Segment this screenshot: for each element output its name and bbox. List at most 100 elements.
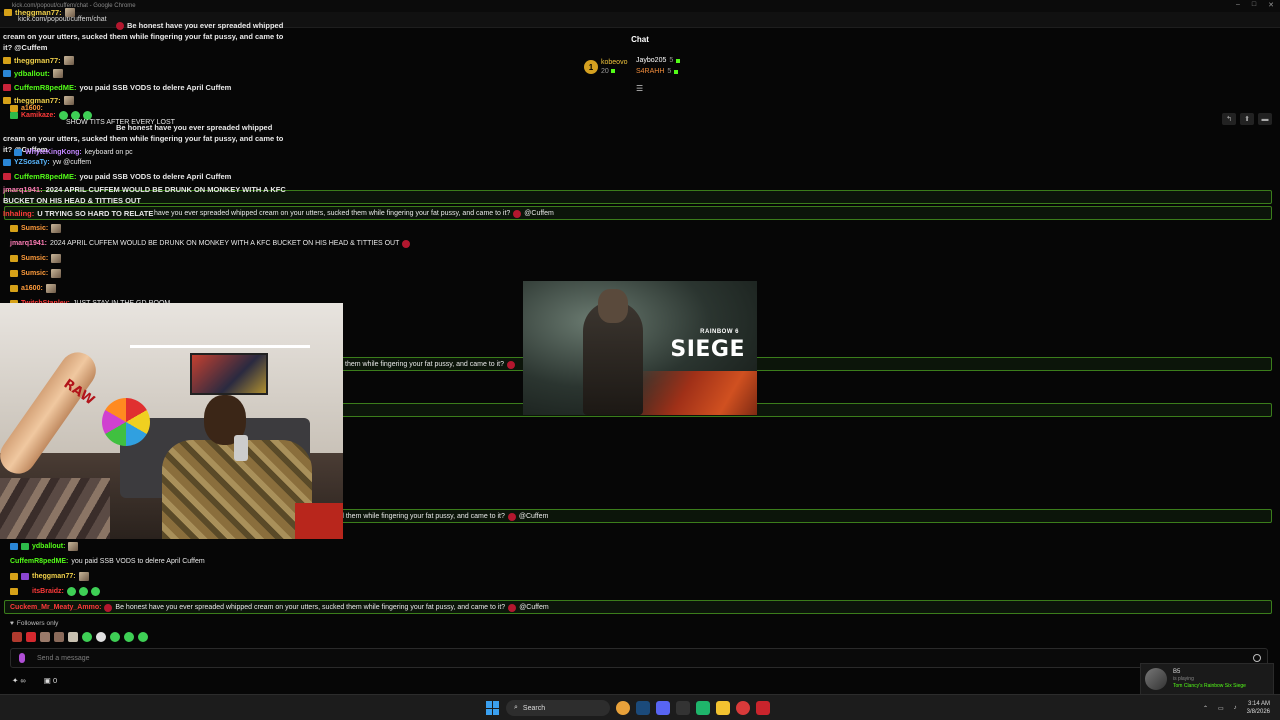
- clock-date: 3/8/2026: [1246, 709, 1270, 715]
- emote-icon: [508, 603, 517, 612]
- heart-icon: ♥: [10, 620, 14, 627]
- emote-icon: [507, 360, 516, 369]
- gifter-name: Jaybo205: [636, 57, 667, 64]
- username[interactable]: Sumsic:: [21, 254, 48, 263]
- username[interactable]: itsBraidz:: [32, 587, 64, 596]
- gifter-2[interactable]: Jaybo205 5: [636, 57, 681, 64]
- username[interactable]: theggman77:: [15, 8, 62, 17]
- toast-name: B5: [1173, 669, 1181, 675]
- pin-icon[interactable]: ⬆: [1240, 113, 1254, 125]
- emote-icon[interactable]: [110, 632, 120, 642]
- badge-icon: [3, 159, 11, 166]
- emote-icon: [52, 69, 63, 78]
- minimize-button[interactable]: –: [1236, 1, 1240, 9]
- drops-value: 0: [52, 676, 58, 685]
- emote-icon[interactable]: [82, 632, 92, 642]
- emote-icon[interactable]: [138, 632, 148, 642]
- mic-icon[interactable]: [19, 653, 25, 663]
- message-actions: ↰ ⬆ ▬: [1222, 113, 1272, 125]
- taskbar-search[interactable]: ⌕ Search: [506, 700, 610, 716]
- username[interactable]: ydballout:: [14, 69, 50, 78]
- emote-icon: [63, 96, 74, 105]
- network-icon[interactable]: ▭: [1218, 705, 1224, 712]
- app-icon[interactable]: [696, 701, 710, 715]
- chat-message: Sumsic:: [10, 269, 62, 278]
- username[interactable]: CuffemR8pedME:: [14, 83, 77, 92]
- username[interactable]: Sumsic:: [21, 269, 48, 278]
- emote-icon: [64, 8, 75, 17]
- discord-icon[interactable]: [656, 701, 670, 715]
- browser-icon[interactable]: [736, 701, 750, 715]
- emote-icon: [513, 209, 522, 218]
- emote-icon[interactable]: [96, 632, 106, 642]
- emote-icon[interactable]: [68, 632, 78, 642]
- emoji-icon[interactable]: [1253, 654, 1261, 662]
- gifter-3[interactable]: S4RAHH 5: [636, 68, 679, 75]
- badge-icon: [3, 57, 11, 64]
- username[interactable]: WhyteKingKong:: [25, 148, 82, 157]
- volume-icon[interactable]: ♪: [1234, 705, 1237, 711]
- chat-message: Sumsic:: [10, 224, 62, 233]
- username[interactable]: theggman77:: [14, 56, 61, 65]
- clock[interactable]: 3:14 AM 3/8/2026: [1247, 700, 1270, 716]
- gifter-count: 20: [601, 68, 609, 75]
- emote-icon[interactable]: [40, 632, 50, 642]
- username[interactable]: a1600:: [21, 284, 43, 293]
- chat-message: Sumsic:: [10, 254, 62, 263]
- badge-icon: [3, 84, 11, 91]
- username[interactable]: Cuckem_Mr_Meaty_Ammo:: [10, 603, 101, 612]
- username[interactable]: jmarq1941:: [10, 239, 47, 248]
- gem-icon: [676, 58, 681, 63]
- chat-message: ydballout:: [10, 542, 79, 551]
- window-controls: – □ ✕: [1236, 1, 1274, 9]
- steam-icon[interactable]: [636, 701, 650, 715]
- gifter-count: 5: [667, 68, 672, 75]
- gift-icon: ✦: [12, 676, 19, 685]
- message-text: Be honest have you ever spreaded whipped: [127, 21, 284, 30]
- activity-toast[interactable]: B5 is playing Tom Clancy's Rainbow Six S…: [1140, 663, 1274, 695]
- chrome-icon[interactable]: [616, 701, 630, 715]
- badge-icon: [21, 588, 29, 595]
- menu-lines-icon[interactable]: ☰: [636, 84, 643, 93]
- emote-icon[interactable]: [54, 632, 64, 642]
- windows-start-icon[interactable]: [486, 701, 500, 715]
- message-text: 2024 APRIL CUFFEM WOULD BE DRUNK ON MONK…: [49, 240, 400, 247]
- badge-icon: [10, 573, 18, 580]
- drops[interactable]: ▣ 0: [44, 676, 57, 685]
- box-icon: ▣: [43, 676, 51, 685]
- badge-icon: [14, 149, 22, 156]
- username[interactable]: jmarq1941:: [3, 185, 43, 194]
- badge-icon: [3, 70, 11, 77]
- chat-message: CuffemR8pedME: you paid SSB VODS to deler…: [3, 172, 231, 181]
- app-icon[interactable]: [756, 701, 770, 715]
- close-button[interactable]: ✕: [1268, 1, 1274, 9]
- gifter-name: S4RAHH: [636, 68, 665, 75]
- chat-message: a1600:: [10, 284, 56, 293]
- emote-icon[interactable]: [124, 632, 134, 642]
- webcam-tv: [190, 353, 268, 395]
- file-explorer-icon[interactable]: [716, 701, 730, 715]
- chat-input[interactable]: Send a message: [10, 648, 1268, 668]
- username[interactable]: theggman77:: [32, 572, 76, 581]
- username[interactable]: Kamikaze:: [21, 111, 56, 120]
- gifter-1[interactable]: 1 kobeovo 20: [584, 58, 627, 76]
- username[interactable]: ydballout:: [32, 542, 65, 551]
- username[interactable]: YZSosaTy:: [14, 158, 50, 167]
- points-value: ∞: [20, 676, 26, 685]
- username[interactable]: Inhaling:: [3, 209, 34, 218]
- obs-icon[interactable]: [676, 701, 690, 715]
- tray-overflow-icon[interactable]: ⌃: [1203, 705, 1208, 712]
- maximize-button[interactable]: □: [1252, 1, 1256, 9]
- points[interactable]: ✦ ∞: [12, 676, 26, 685]
- reply-icon[interactable]: ↰: [1222, 113, 1236, 125]
- trash-icon[interactable]: ▬: [1258, 113, 1272, 125]
- username[interactable]: CuffemR8pedME:: [10, 557, 68, 566]
- chat-message: theggman77:: [4, 8, 75, 17]
- message-text: you paid SSB VODS to delere April Cuffem: [79, 172, 232, 181]
- username[interactable]: CuffemR8pedME:: [14, 172, 77, 181]
- emote-icon: [507, 512, 516, 521]
- emote-icon[interactable]: [12, 632, 22, 642]
- message-text: you paid SSB VODS to delere April Cuffem: [79, 83, 232, 92]
- emote-icon[interactable]: [26, 632, 36, 642]
- username[interactable]: Sumsic:: [21, 224, 48, 233]
